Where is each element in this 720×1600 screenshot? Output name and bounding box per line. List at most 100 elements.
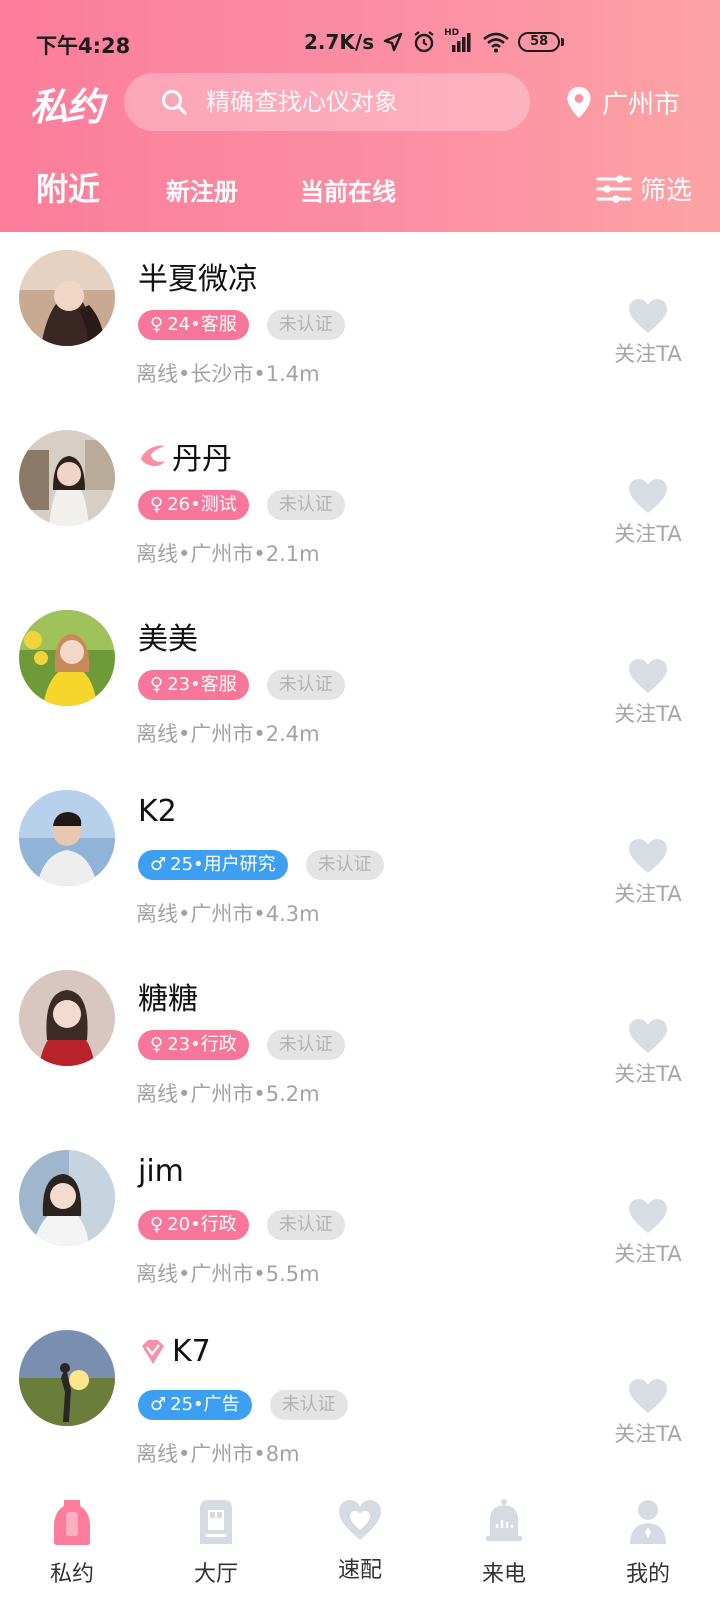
follow-label: 关注TA xyxy=(614,702,682,726)
gender-age-tag: ♀ 26•测试 xyxy=(138,490,249,520)
follow-button[interactable]: 关注TA xyxy=(602,478,694,548)
user-name: 糖糖 xyxy=(138,982,198,1017)
user-name: 丹丹 xyxy=(172,442,232,477)
hall-icon xyxy=(200,1500,232,1544)
follow-button[interactable]: 关注TA xyxy=(602,1198,694,1268)
heart-icon xyxy=(629,1199,667,1233)
avatar[interactable] xyxy=(19,610,115,706)
avatar[interactable] xyxy=(19,1150,115,1246)
status-time: 下午4:28 xyxy=(36,34,131,58)
search-bar[interactable] xyxy=(124,73,530,131)
follow-button[interactable]: 关注TA xyxy=(602,298,694,368)
follow-label: 关注TA xyxy=(614,1422,682,1446)
heart-icon xyxy=(629,839,667,873)
avatar[interactable] xyxy=(19,250,115,346)
bottom-nav: 私约 大厅 速配 来电 我的 xyxy=(0,1480,720,1600)
user-meta: 离线•广州市•4.3m xyxy=(136,902,320,926)
alarm-icon xyxy=(414,31,434,53)
follow-button[interactable]: 关注TA xyxy=(602,838,694,908)
city-selector[interactable]: 广州市 xyxy=(566,84,680,121)
nav-item-private-date[interactable]: 私约 xyxy=(0,1480,144,1600)
heart-icon xyxy=(629,479,667,513)
user-row[interactable]: K7 ♂ 25•广告 未认证 离线•广州市•8m 关注TA xyxy=(0,1312,720,1492)
user-meta: 离线•长沙市•1.4m xyxy=(136,362,320,386)
location-pin-icon xyxy=(567,86,591,118)
user-meta: 离线•广州市•5.2m xyxy=(136,1082,320,1106)
user-list: 半夏微凉 ♀ 24•客服 未认证 离线•长沙市•1.4m 关注TA 丹丹 ♀ 26•… xyxy=(0,232,720,1492)
gender-age-tag: ♂ 25•广告 xyxy=(138,1390,252,1420)
female-icon: ♀ xyxy=(150,674,164,695)
nav-label: 速配 xyxy=(337,1558,382,1583)
gender-age-tag: ♀ 24•客服 xyxy=(138,310,249,340)
avatar[interactable] xyxy=(19,1330,115,1426)
user-row[interactable]: 半夏微凉 ♀ 24•客服 未认证 离线•长沙市•1.4m 关注TA xyxy=(0,232,720,412)
follow-label: 关注TA xyxy=(614,522,682,546)
male-icon: ♂ xyxy=(150,1394,167,1415)
city-label: 广州市 xyxy=(602,90,681,120)
user-meta: 离线•广州市•2.4m xyxy=(136,722,320,746)
nav-item-hall[interactable]: 大厅 xyxy=(144,1480,288,1600)
app-header: 下午4:28 2.7K/s HD 58 私约 广州市 附近 新注册 当前在线 xyxy=(0,0,720,232)
status-bar: 下午4:28 2.7K/s HD 58 xyxy=(0,28,720,60)
gender-age-tag: ♀ 20•行政 xyxy=(138,1210,249,1240)
avatar[interactable] xyxy=(19,790,115,886)
signal-icon: HD xyxy=(444,28,474,53)
person-icon xyxy=(630,1500,666,1544)
tab-new-registered[interactable]: 新注册 xyxy=(166,172,238,207)
avatar[interactable] xyxy=(19,970,115,1066)
verify-badge: 未认证 xyxy=(266,310,345,340)
follow-button[interactable]: 关注TA xyxy=(602,1378,694,1448)
heart-icon xyxy=(629,299,667,333)
tab-online-now[interactable]: 当前在线 xyxy=(300,172,396,207)
nav-label: 我的 xyxy=(625,1562,670,1587)
avatar[interactable] xyxy=(19,430,115,526)
user-name: jim xyxy=(138,1154,184,1189)
vip-diamond-icon xyxy=(142,1339,164,1364)
verify-badge: 未认证 xyxy=(266,490,345,520)
user-meta: 离线•广州市•8m xyxy=(136,1442,300,1466)
nav-label: 私约 xyxy=(49,1562,94,1587)
search-input[interactable] xyxy=(206,88,506,116)
tab-bar: 附近 新注册 当前在线 筛选 xyxy=(0,160,720,216)
filter-button[interactable]: 筛选 xyxy=(596,170,692,207)
verify-badge: 未认证 xyxy=(266,670,345,700)
tab-nearby[interactable]: 附近 xyxy=(36,164,100,210)
male-icon: ♂ xyxy=(150,854,167,875)
bell-icon xyxy=(486,1499,522,1541)
shield-icon xyxy=(54,1500,90,1545)
user-row[interactable]: 美美 ♀ 23•客服 未认证 离线•广州市•2.4m 关注TA xyxy=(0,592,720,772)
network-speed: 2.7K/s xyxy=(304,30,375,54)
female-icon: ♀ xyxy=(150,1214,164,1235)
heart-icon xyxy=(629,1379,667,1413)
search-icon xyxy=(162,90,187,115)
follow-button[interactable]: 关注TA xyxy=(602,1018,694,1088)
follow-label: 关注TA xyxy=(614,882,682,906)
user-name: 半夏微凉 xyxy=(138,262,258,297)
female-icon: ♀ xyxy=(150,1034,164,1055)
follow-button[interactable]: 关注TA xyxy=(602,658,694,728)
user-row[interactable]: jim ♀ 20•行政 未认证 离线•广州市•5.5m 关注TA xyxy=(0,1132,720,1312)
follow-label: 关注TA xyxy=(614,1242,682,1266)
heart-icon xyxy=(629,659,667,693)
nav-item-me[interactable]: 我的 xyxy=(576,1480,720,1600)
user-name: K7 xyxy=(172,1334,211,1369)
heart-icon xyxy=(339,1500,381,1540)
filter-label: 筛选 xyxy=(640,176,693,206)
user-row[interactable]: 糖糖 ♀ 23•行政 未认证 离线•广州市•5.2m 关注TA xyxy=(0,952,720,1132)
female-icon: ♀ xyxy=(150,314,164,335)
user-name: 美美 xyxy=(138,622,198,657)
app-logo: 私约 xyxy=(30,85,104,129)
nav-item-match[interactable]: 速配 xyxy=(288,1480,432,1600)
verify-badge: 未认证 xyxy=(269,1390,348,1420)
verify-badge: 未认证 xyxy=(305,850,384,880)
user-row[interactable]: K2 ♂ 25•用户研究 未认证 离线•广州市•4.3m 关注TA xyxy=(0,772,720,952)
verify-badge: 未认证 xyxy=(266,1210,345,1240)
female-icon: ♀ xyxy=(150,494,164,515)
heart-icon xyxy=(629,1019,667,1053)
follow-label: 关注TA xyxy=(614,342,682,366)
nav-item-calls[interactable]: 来电 xyxy=(432,1480,576,1600)
wifi-icon xyxy=(483,32,509,53)
gender-age-tag: ♂ 25•用户研究 xyxy=(138,850,288,880)
user-row[interactable]: 丹丹 ♀ 26•测试 未认证 离线•广州市•2.1m 关注TA xyxy=(0,412,720,592)
gender-age-tag: ♀ 23•行政 xyxy=(138,1030,249,1060)
